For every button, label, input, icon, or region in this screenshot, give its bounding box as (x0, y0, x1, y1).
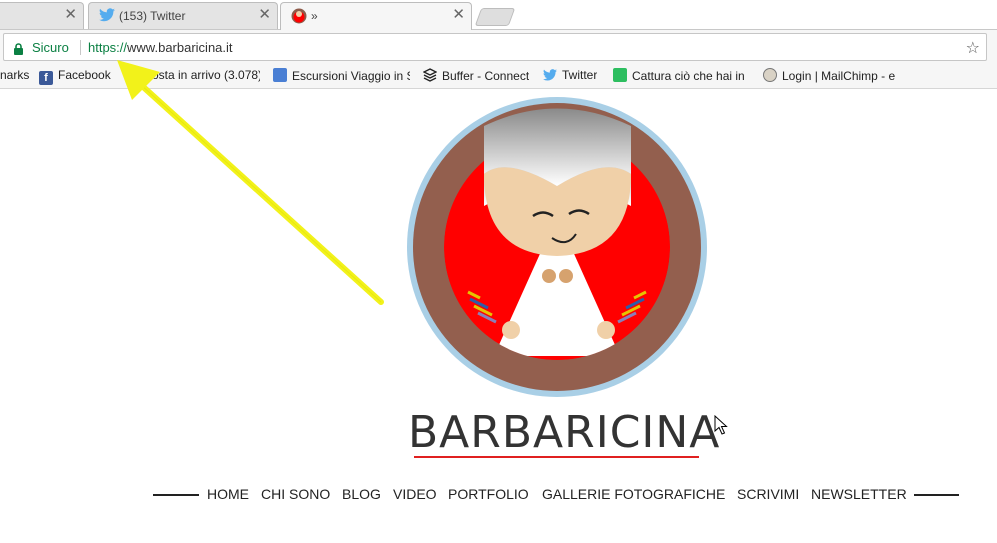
nav-chi-sono[interactable]: CHI SONO (261, 486, 330, 502)
close-tab-icon[interactable]: ✕ (452, 7, 465, 23)
main-navigation: HOME CHI SONO BLOG VIDEO PORTFOLIO GALLE… (0, 485, 997, 505)
barbaricina-logo[interactable] (406, 96, 708, 398)
tab-title: (153) Twitter (119, 9, 186, 23)
bookmark-label: Buffer - Connect (442, 69, 530, 83)
bookmark-label: Cattura ciò che hai in (632, 69, 745, 83)
page-content: BARBARICINA HOME CHI SONO BLOG VIDEO POR… (0, 89, 997, 543)
tab-twitter[interactable]: (153) Twitter ✕ (88, 2, 278, 29)
bookmark-label: narks (0, 68, 30, 82)
mailchimp-icon (763, 68, 777, 82)
url-scheme: https:// (88, 40, 128, 55)
bookmark-label: Facebook (58, 68, 111, 82)
bookmark-label: Twitter (562, 68, 598, 82)
nav-portfolio[interactable]: PORTFOLIO (448, 486, 529, 502)
bookmark-facebook[interactable]: f Facebook (39, 68, 111, 85)
nav-gallerie-fotografiche[interactable]: GALLERIE FOTOGRAFICHE (542, 486, 725, 502)
bookmark-mailchimp[interactable]: Login | MailChimp - e (763, 68, 900, 83)
lock-icon[interactable] (13, 42, 24, 60)
nav-blog[interactable]: BLOG (342, 486, 381, 502)
mouse-cursor-icon (714, 415, 728, 435)
tab-barbaricina[interactable]: » ✕ (280, 2, 472, 30)
nav-rule-right (914, 494, 959, 496)
barbaricina-favicon-icon (291, 8, 307, 29)
facebook-icon: f (39, 71, 53, 85)
bookmark-item[interactable]: narks (0, 68, 29, 82)
omnibox-divider (80, 40, 81, 55)
tab-strip: ✕ (153) Twitter ✕ » ✕ (0, 0, 997, 30)
bookmark-star-icon[interactable]: ☆ (966, 38, 980, 58)
google-maps-icon (273, 68, 287, 82)
evernote-icon (613, 68, 627, 82)
bookmark-label: Login | MailChimp - e (782, 69, 896, 83)
nav-scrivimi[interactable]: SCRIVIMI (737, 486, 799, 502)
nav-video[interactable]: VIDEO (393, 486, 437, 502)
nav-rule-left (153, 494, 199, 496)
bookmark-buffer[interactable]: Buffer - Connect (423, 68, 529, 83)
site-brand-title[interactable]: BARBARICINA (408, 407, 719, 458)
bookmark-label: Escursioni Viaggio in S (292, 69, 410, 83)
bookmark-escursioni[interactable]: Escursioni Viaggio in S (273, 68, 410, 83)
bookmark-twitter[interactable]: Twitter (543, 68, 597, 83)
url-text[interactable]: https://www.barbaricina.it (88, 40, 233, 55)
new-tab-button[interactable] (474, 8, 516, 26)
twitter-icon (99, 8, 115, 27)
close-tab-icon[interactable]: ✕ (64, 7, 77, 23)
url-host: www.barbaricina.it (127, 40, 233, 55)
buffer-icon (423, 68, 438, 82)
twitter-icon (543, 69, 557, 83)
browser-toolbar: Sicuro https://www.barbaricina.it ☆ (0, 30, 997, 64)
tab-previous[interactable]: ✕ (0, 2, 84, 29)
secure-label[interactable]: Sicuro (32, 40, 69, 55)
address-bar[interactable]: Sicuro https://www.barbaricina.it ☆ (3, 33, 987, 61)
nav-home[interactable]: HOME (207, 486, 249, 502)
bookmark-evernote[interactable]: Cattura ciò che hai in (613, 68, 749, 83)
tab-title: » (311, 9, 318, 23)
close-tab-icon[interactable]: ✕ (258, 7, 271, 23)
brand-underline (414, 456, 699, 458)
bookmarks-bar: narks f Facebook Posta in arrivo (3.078) … (0, 64, 997, 89)
nav-newsletter[interactable]: NEWSLETTER (811, 486, 907, 502)
bookmark-label: Posta in arrivo (3.078) (144, 68, 260, 82)
bookmark-posta[interactable]: Posta in arrivo (3.078) (144, 68, 260, 82)
